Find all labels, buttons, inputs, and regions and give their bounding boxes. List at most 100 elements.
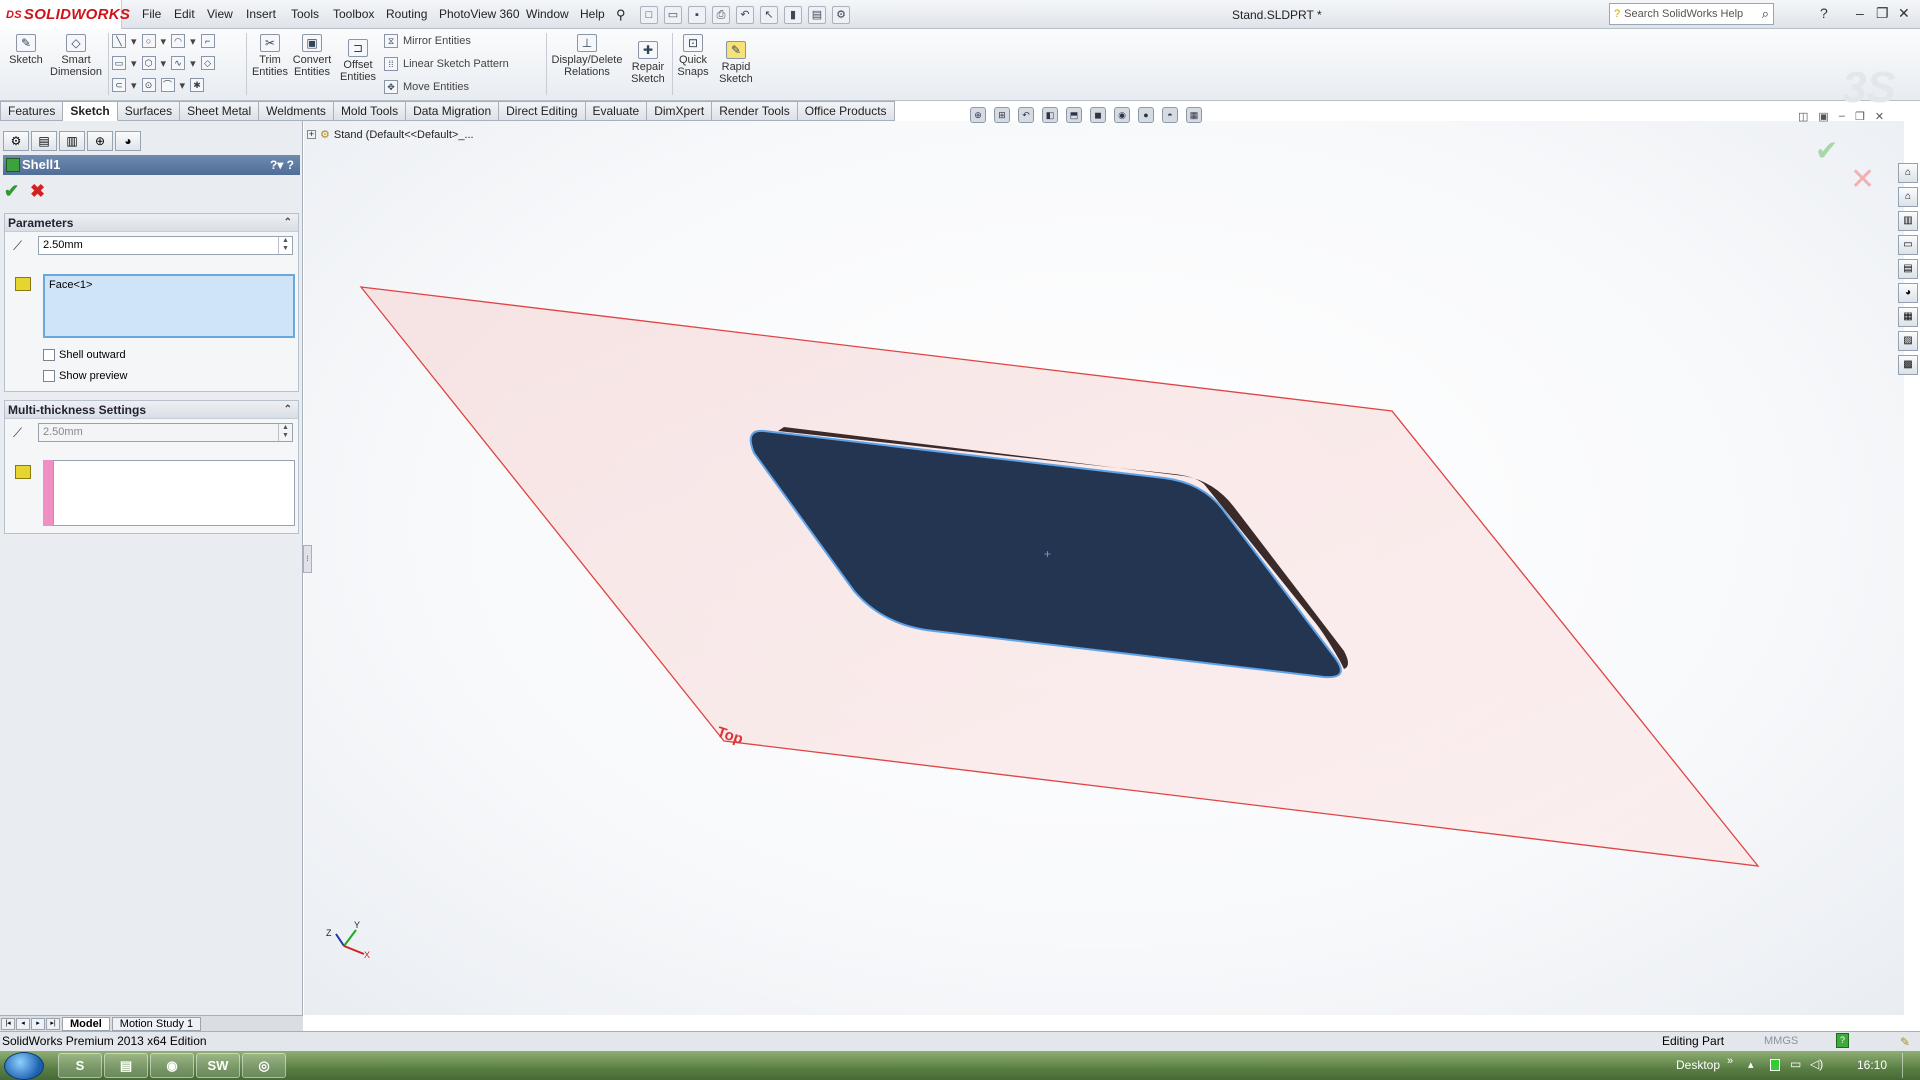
solidworks-taskbar-icon[interactable]: SW	[196, 1053, 240, 1078]
network-taskbar-icon[interactable]: ◎	[242, 1053, 286, 1078]
doc-close-icon[interactable]: ✕	[1875, 110, 1884, 123]
display-style-icon[interactable]: ◼	[1090, 107, 1106, 123]
faces-to-remove-list[interactable]: Face<1>	[43, 274, 295, 338]
first-tab-icon[interactable]: |◂	[1, 1017, 15, 1030]
pin-icon[interactable]: ⚲	[616, 7, 626, 23]
tab-mold-tools[interactable]: Mold Tools	[333, 101, 407, 121]
selected-face[interactable]: Face<1>	[49, 279, 92, 291]
previous-view-icon[interactable]: ↶	[1018, 107, 1034, 123]
slot-tool[interactable]: ⊂ ▾ ⊙ ⌒ ▾ ✱	[112, 78, 205, 92]
help-icon[interactable]: ?▾ ?	[270, 155, 294, 175]
sketch-button[interactable]: ✎ Sketch	[8, 34, 44, 66]
tab-surfaces[interactable]: Surfaces	[117, 101, 181, 121]
show-preview-checkbox[interactable]: Show preview	[43, 370, 127, 382]
menu-file[interactable]: File	[142, 7, 161, 21]
options-icon[interactable]: ⚙	[832, 6, 850, 24]
menu-insert[interactable]: Insert	[246, 7, 276, 21]
tile-icon[interactable]: ◫	[1798, 110, 1808, 123]
offset-entities-button[interactable]: ⊐ Offset Entities	[338, 39, 378, 83]
menu-tools[interactable]: Tools	[291, 7, 319, 21]
multi-thickness-input[interactable]: 2.50mm ▲ ▼	[38, 423, 293, 442]
rapid-sketch-button[interactable]: ✎ Rapid Sketch	[716, 41, 756, 85]
panel-splitter[interactable]: ⁝	[303, 545, 312, 573]
feature-tree-flyout[interactable]: + ⚙ Stand (Default<<Default>_...	[307, 128, 474, 141]
move-entities-button[interactable]: ✥ Move Entities	[384, 80, 469, 94]
dimxpert-manager-tab-icon[interactable]: ⊕	[87, 131, 113, 151]
tab-model[interactable]: Model	[62, 1016, 110, 1031]
design-library-icon[interactable]: ▥	[1898, 211, 1918, 231]
custom-properties-icon[interactable]: ▦	[1898, 307, 1918, 327]
close-icon[interactable]: ✕	[1898, 5, 1910, 22]
search-results-icon[interactable]: ▨	[1898, 331, 1918, 351]
menu-routing[interactable]: Routing	[386, 7, 427, 21]
tray-arrow-icon[interactable]: ▴	[1748, 1058, 1754, 1071]
clock[interactable]: 16:10	[1857, 1058, 1887, 1072]
multi-thickness-stepper[interactable]: ▲ ▼	[278, 424, 292, 441]
tab-direct-editing[interactable]: Direct Editing	[499, 101, 586, 121]
shell-outward-box[interactable]	[43, 349, 55, 361]
line-tool[interactable]: ╲ ▾ ○ ▾ ◠ ▾ ⌐	[112, 34, 215, 48]
new-document-icon[interactable]: □	[640, 6, 658, 24]
zoom-to-area-icon[interactable]: ⊞	[994, 107, 1010, 123]
search-input[interactable]: ? Search SolidWorks Help ⌕	[1609, 3, 1774, 25]
undo-icon[interactable]: ↶	[736, 6, 754, 24]
tab-render-tools[interactable]: Render Tools	[712, 101, 798, 121]
graphics-area[interactable]: Top + Z Y X	[304, 121, 1904, 1015]
open-icon[interactable]: ▭	[664, 6, 682, 24]
expand-icon[interactable]: +	[307, 130, 316, 139]
tab-weldments[interactable]: Weldments	[259, 101, 334, 121]
tab-sheet-metal[interactable]: Sheet Metal	[180, 101, 260, 121]
tab-features[interactable]: Features	[0, 101, 64, 121]
collapse-icon[interactable]: ⌃	[284, 401, 292, 419]
menu-view[interactable]: View	[207, 7, 233, 21]
thickness-stepper[interactable]: ▲ ▼	[278, 237, 292, 254]
cascade-icon[interactable]: ▣	[1818, 110, 1828, 123]
tab-data-migration[interactable]: Data Migration	[406, 101, 500, 121]
view-settings-icon[interactable]: ▦	[1186, 107, 1202, 123]
menu-help[interactable]: Help	[580, 7, 605, 21]
rebuild-status-icon[interactable]: ✎	[1900, 1033, 1910, 1052]
repair-sketch-button[interactable]: ✚ Repair Sketch	[628, 41, 668, 85]
search-icon[interactable]: ⌕	[1762, 6, 1769, 22]
linear-sketch-pattern-button[interactable]: ⁞⁞ Linear Sketch Pattern	[384, 57, 509, 71]
network-tray-icon[interactable]: ▭	[1790, 1057, 1801, 1071]
units-selector[interactable]: MMGS	[1764, 1032, 1798, 1051]
convert-entities-button[interactable]: ▣ Convert Entities	[290, 34, 334, 78]
ok-button[interactable]: ✔	[4, 181, 19, 202]
shell-outward-checkbox[interactable]: Shell outward	[43, 349, 126, 361]
print-icon[interactable]: ⎙	[712, 6, 730, 24]
tab-motion-study[interactable]: Motion Study 1	[111, 1016, 202, 1031]
prev-tab-icon[interactable]: ◂	[16, 1017, 30, 1030]
desktop-toolbar[interactable]: Desktop	[1676, 1058, 1720, 1072]
collapse-icon[interactable]: ⌃	[284, 214, 292, 232]
quick-tips-icon[interactable]: ?	[1836, 1033, 1849, 1048]
multi-thickness-faces-list[interactable]	[53, 460, 295, 526]
display-delete-relations-button[interactable]: ⊥ Display/Delete Relations	[551, 34, 623, 78]
appearances-icon[interactable]: ◕	[1898, 283, 1918, 303]
edit-appearance-icon[interactable]: ●	[1138, 107, 1154, 123]
tab-dimxpert[interactable]: DimXpert	[647, 101, 713, 121]
hide-show-items-icon[interactable]: ◉	[1114, 107, 1130, 123]
rebuild-icon[interactable]: ▮	[784, 6, 802, 24]
menu-toolbox[interactable]: Toolbox	[333, 7, 374, 21]
trim-entities-button[interactable]: ✂ Trim Entities	[250, 34, 290, 78]
multi-thickness-heading[interactable]: Multi-thickness Settings ⌃	[5, 401, 298, 419]
forum-icon[interactable]: ▩	[1898, 355, 1918, 375]
property-manager-tab-icon[interactable]: ▤	[31, 131, 57, 151]
firefox-taskbar-icon[interactable]: ◉	[150, 1053, 194, 1078]
show-desktop-button[interactable]	[1902, 1053, 1916, 1078]
confirm-cancel-icon[interactable]: ✕	[1850, 162, 1875, 197]
cancel-button[interactable]: ✖	[30, 181, 45, 202]
file-properties-icon[interactable]: ▤	[808, 6, 826, 24]
restore-icon[interactable]: ❐	[1876, 5, 1889, 22]
next-tab-icon[interactable]: ▸	[31, 1017, 45, 1030]
help-icon[interactable]: ?	[1820, 5, 1828, 21]
tab-evaluate[interactable]: Evaluate	[585, 101, 648, 121]
solidworks-logo[interactable]: DS SOLIDWORKS	[0, 0, 130, 29]
feature-manager-tab-icon[interactable]: ⚙	[3, 131, 29, 151]
start-button[interactable]	[4, 1052, 44, 1080]
save-icon[interactable]: ▪	[688, 6, 706, 24]
apply-scene-icon[interactable]: ◓	[1162, 107, 1178, 123]
last-tab-icon[interactable]: ▸|	[46, 1017, 60, 1030]
view-orientation-icon[interactable]: ⬒	[1066, 107, 1082, 123]
